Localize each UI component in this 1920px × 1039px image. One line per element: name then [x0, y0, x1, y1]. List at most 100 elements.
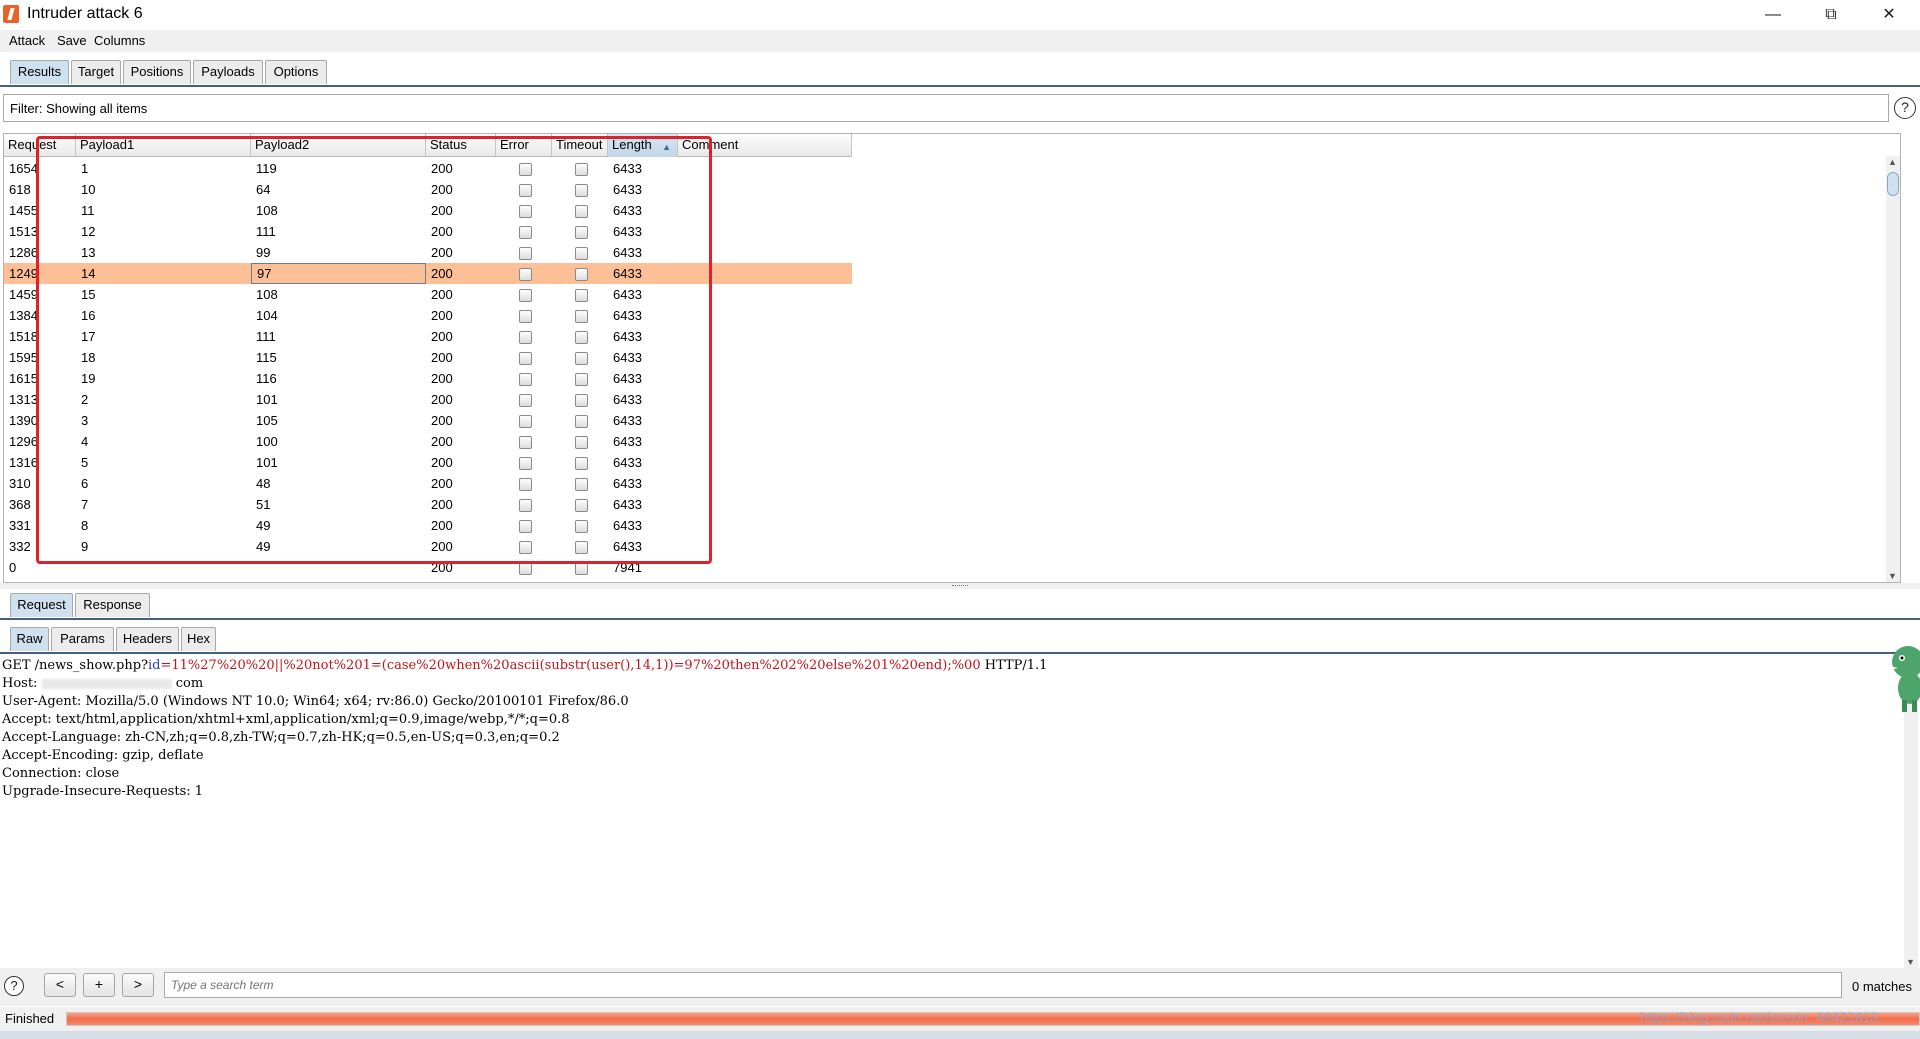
request-line: GET /news_show.php?id=11%27%20%20||%20no… — [2, 658, 1047, 673]
cell-payload1: 3 — [81, 413, 89, 428]
tab-response[interactable]: Response — [75, 593, 150, 617]
timeout-checkbox — [575, 205, 588, 218]
cell-payload2: 101 — [256, 392, 278, 407]
table-row[interactable]: 1595 18 115 200 6433 — [4, 347, 852, 368]
column-header-payload1[interactable]: Payload1 — [76, 134, 251, 157]
pane-splitter[interactable] — [0, 583, 1920, 589]
error-checkbox — [519, 163, 532, 176]
cell-status: 200 — [431, 539, 453, 554]
cell-request: 332 — [9, 539, 31, 554]
timeout-checkbox — [575, 478, 588, 491]
cell-payload1: 15 — [81, 287, 96, 302]
column-header-comment[interactable]: Comment — [678, 134, 852, 157]
tab-headers[interactable]: Headers — [116, 627, 179, 651]
next-match-button[interactable]: > — [122, 973, 154, 997]
search-bar: ? < + > 0 matches — [0, 968, 1920, 1006]
search-help-icon[interactable]: ? — [4, 976, 24, 996]
cell-length: 6433 — [613, 371, 642, 386]
tab-hex[interactable]: Hex — [181, 627, 216, 651]
minimize-icon[interactable]: — — [1744, 0, 1802, 29]
table-row[interactable]: 332 9 49 200 6433 — [4, 536, 852, 557]
table-row[interactable]: 1615 19 116 200 6433 — [4, 368, 852, 389]
results-scroll-thumb[interactable] — [1887, 172, 1899, 196]
table-row[interactable]: 310 6 48 200 6433 — [4, 473, 852, 494]
previous-match-button[interactable]: < — [44, 973, 76, 997]
cell-length: 6433 — [613, 392, 642, 407]
cell-payload1: 13 — [81, 245, 96, 260]
filter-bar[interactable]: Filter: Showing all items — [3, 94, 1889, 122]
menu-save[interactable]: Save — [57, 33, 87, 48]
table-row[interactable]: 1316 5 101 200 6433 — [4, 452, 852, 473]
cell-comment — [678, 389, 852, 410]
cell-length: 6433 — [613, 161, 642, 176]
restore-icon[interactable]: ⧉ — [1802, 0, 1860, 29]
request-param-equals: = — [160, 658, 172, 673]
tab-payloads[interactable]: Payloads — [193, 60, 263, 84]
table-row[interactable]: 1249 14 97 200 6433 — [4, 263, 852, 284]
cell-request: 1286 — [9, 245, 38, 260]
cell-length: 6433 — [613, 350, 642, 365]
table-row[interactable]: 0 200 7941 — [4, 557, 852, 578]
scroll-up-icon[interactable]: ▲ — [1888, 157, 1897, 167]
cell-payload2: 97 — [251, 263, 426, 284]
cell-status: 200 — [431, 476, 453, 491]
error-checkbox — [519, 289, 532, 302]
cell-comment — [678, 263, 852, 284]
request-param-value: 11%27%20%20||%20not%201=(case%20when%20a… — [171, 658, 981, 673]
status-text: Finished — [5, 1011, 55, 1026]
tab-options[interactable]: Options — [265, 60, 327, 84]
table-row[interactable]: 1459 15 108 200 6433 — [4, 284, 852, 305]
timeout-checkbox — [575, 457, 588, 470]
table-row[interactable]: 1384 16 104 200 6433 — [4, 305, 852, 326]
column-header-request[interactable]: Request — [4, 134, 76, 157]
request-editor[interactable]: GET /news_show.php?id=11%27%20%20||%20no… — [0, 655, 1904, 971]
editor-scroll-down-icon[interactable]: ▼ — [1906, 957, 1915, 967]
column-header-payload2[interactable]: Payload2 — [251, 134, 426, 157]
filter-help-icon[interactable]: ? — [1894, 97, 1916, 119]
scroll-down-icon[interactable]: ▼ — [1888, 571, 1897, 581]
timeout-checkbox — [575, 268, 588, 281]
results-scrollbar[interactable]: ▲ ▼ — [1886, 156, 1900, 582]
tab-raw[interactable]: Raw — [10, 627, 49, 651]
cell-status: 200 — [431, 455, 453, 470]
tab-request[interactable]: Request — [10, 593, 73, 617]
cell-comment — [678, 158, 852, 179]
cell-comment — [678, 221, 852, 242]
table-row[interactable]: 1390 3 105 200 6433 — [4, 410, 852, 431]
column-header-status[interactable]: Status — [426, 134, 496, 157]
cell-comment — [678, 200, 852, 221]
tab-results[interactable]: Results — [10, 60, 69, 84]
table-row[interactable]: 1313 2 101 200 6433 — [4, 389, 852, 410]
column-header-length[interactable]: Length ▲ — [608, 134, 678, 157]
column-header-error[interactable]: Error — [496, 134, 552, 157]
table-row[interactable]: 1296 4 100 200 6433 — [4, 431, 852, 452]
tab-params[interactable]: Params — [51, 627, 114, 651]
cell-comment — [678, 368, 852, 389]
table-row[interactable]: 1286 13 99 200 6433 — [4, 242, 852, 263]
search-input[interactable] — [164, 972, 1842, 998]
tab-positions[interactable]: Positions — [123, 60, 191, 84]
table-row[interactable]: 1513 12 111 200 6433 — [4, 221, 852, 242]
menu-columns[interactable]: Columns — [94, 33, 145, 48]
watermark: https://blog.csdn.net/weixin_48421613 — [1640, 1009, 1879, 1025]
table-row[interactable]: 1654 1 119 200 6433 — [4, 158, 852, 179]
cell-payload1: 7 — [81, 497, 89, 512]
cell-status: 200 — [431, 161, 453, 176]
host-header: Host: com — [2, 676, 203, 691]
table-row[interactable]: 331 8 49 200 6433 — [4, 515, 852, 536]
tab-target[interactable]: Target — [71, 60, 121, 84]
table-row[interactable]: 368 7 51 200 6433 — [4, 494, 852, 515]
menu-attack[interactable]: Attack — [9, 33, 45, 48]
timeout-checkbox — [575, 247, 588, 260]
table-row[interactable]: 1518 17 111 200 6433 — [4, 326, 852, 347]
cell-request: 618 — [9, 182, 31, 197]
table-row[interactable]: 618 10 64 200 6433 — [4, 179, 852, 200]
table-row[interactable]: 1455 11 108 200 6433 — [4, 200, 852, 221]
cell-payload1: 19 — [81, 371, 96, 386]
timeout-checkbox — [575, 373, 588, 386]
add-search-button[interactable]: + — [83, 973, 115, 997]
error-checkbox — [519, 247, 532, 260]
close-icon[interactable]: ✕ — [1860, 0, 1918, 29]
cell-request: 310 — [9, 476, 31, 491]
column-header-timeout[interactable]: Timeout — [552, 134, 608, 157]
